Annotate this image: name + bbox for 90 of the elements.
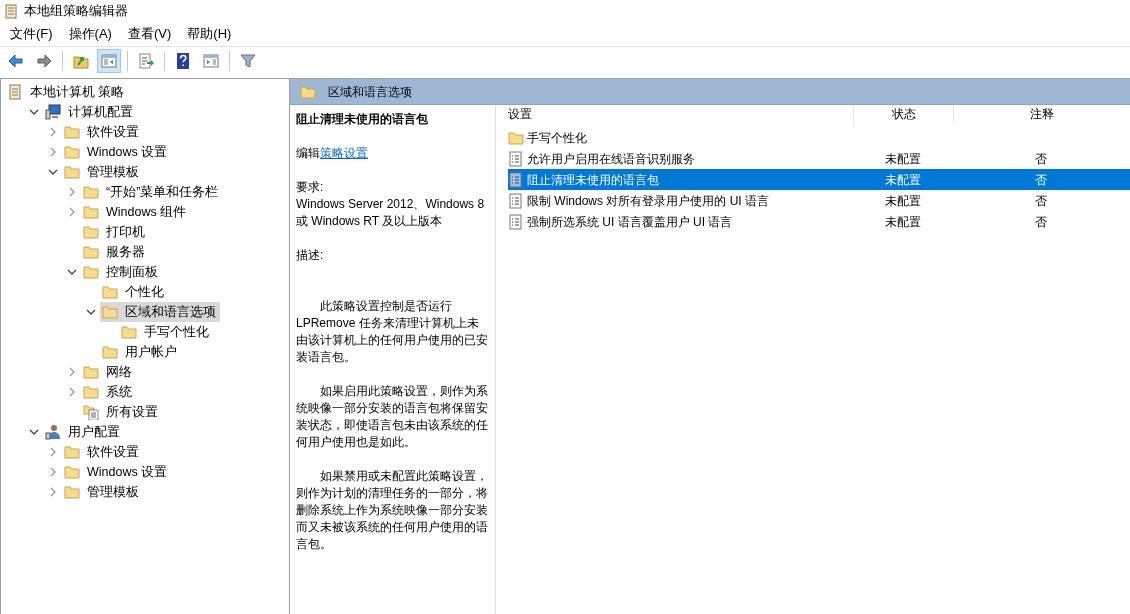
state-cell-text: 未配置	[885, 150, 921, 168]
folder-icon	[64, 144, 81, 160]
folder-icon	[83, 224, 100, 240]
scroll-icon	[7, 84, 24, 100]
policy-title: 阻止清理未使用的语言包	[296, 111, 429, 128]
edit-label: 编辑	[296, 146, 320, 160]
table-row[interactable]: 限制 Windows 对所有登录用户使用的 UI 语言 未配置 否	[508, 190, 1130, 211]
folder-icon	[102, 304, 119, 320]
computer-icon	[45, 104, 62, 120]
folder-icon	[121, 324, 138, 340]
state-cell-text: 未配置	[885, 192, 921, 210]
menu-item[interactable]: 文件(F)	[2, 23, 61, 45]
setting-name: 阻止清理未使用的语言包	[527, 171, 659, 189]
folder-icon	[64, 164, 81, 180]
tree-item[interactable]: 网络	[81, 362, 136, 382]
folder-icon	[300, 84, 316, 99]
table-row[interactable]: 阻止清理未使用的语言包 未配置 否	[508, 169, 1130, 190]
folder-icon	[83, 184, 100, 200]
tree-item[interactable]: 服务器	[81, 242, 149, 262]
window-title: 本地组策略编辑器	[24, 2, 128, 21]
comment-cell-text: 否	[1035, 192, 1047, 210]
menu-item[interactable]: 查看(V)	[119, 23, 180, 45]
policy-setting-icon	[508, 192, 524, 209]
folder-icon	[83, 384, 100, 400]
description-paragraph: 如果禁用或未配置此策略设置，则作为计划的清理任务的一部分，将删除系统上作为系统映像一部分安装而又未被该系统的任何用户使用的语言包。	[296, 468, 489, 553]
expanded-chevron-icon[interactable]	[85, 307, 96, 317]
folder-icon	[83, 364, 100, 380]
scroll-icon	[4, 3, 18, 19]
setting-name: 手写个性化	[527, 129, 587, 147]
tree-item[interactable]: Windows 设置	[62, 462, 172, 482]
comment-cell-text: 否	[1035, 171, 1047, 189]
column-header[interactable]: 注释	[953, 103, 1129, 125]
folder-icon	[83, 244, 100, 260]
description-label: 描述:	[296, 247, 325, 264]
folder-icon	[64, 484, 81, 500]
menu-item[interactable]: 帮助(H)	[179, 23, 240, 45]
tree-item[interactable]: 区域和语言选项	[100, 302, 220, 322]
expanded-chevron-icon[interactable]	[47, 167, 58, 177]
tree-item[interactable]: 管理模板	[62, 162, 143, 182]
folder-icon	[64, 464, 81, 480]
tree-item[interactable]: 用户帐户	[100, 342, 181, 362]
tree-item[interactable]: 打印机	[81, 222, 149, 242]
tree-item[interactable]: 本地计算机 策略	[5, 82, 129, 102]
table-row[interactable]: 手写个性化	[508, 127, 1130, 148]
setting-name: 强制所选系统 UI 语言覆盖用户 UI 语言	[527, 213, 733, 231]
column-header[interactable]: 状态	[853, 103, 953, 125]
folder-icon	[64, 124, 81, 140]
expanded-chevron-icon[interactable]	[28, 427, 39, 437]
state-cell-text: 未配置	[885, 213, 921, 231]
expanded-chevron-icon[interactable]	[66, 267, 77, 277]
description-paragraph: 如果启用此策略设置，则作为系统映像一部分安装的语言包将保留安装状态，即使语言包未由该系统的任何用户使用也是如此。	[296, 383, 489, 451]
menu-item[interactable]: 操作(A)	[60, 23, 120, 45]
folder-icon	[83, 264, 100, 280]
policy-settings-link[interactable]: 策略设置	[320, 146, 368, 160]
folder-icon	[102, 284, 119, 300]
state-cell-text: 未配置	[885, 171, 921, 189]
setting-name: 允许用户启用在线语音识别服务	[527, 150, 695, 168]
requirements-text: Windows Server 2012、Windows 8 或 Windows RT 及以上版本	[296, 196, 486, 230]
folder-icon	[102, 344, 119, 360]
requirements-label: 要求:	[296, 179, 325, 196]
tree-item[interactable]: 控制面板	[81, 262, 162, 282]
tree-item[interactable]: 管理模板	[62, 482, 143, 502]
user-icon	[45, 424, 62, 440]
tree-item[interactable]: Windows 设置	[62, 142, 172, 162]
setting-name: 限制 Windows 对所有登录用户使用的 UI 语言	[527, 192, 769, 210]
table-row[interactable]: 允许用户启用在线语音识别服务 未配置 否	[508, 148, 1130, 169]
comment-cell-text: 否	[1035, 150, 1047, 168]
tree-item[interactable]: 个性化	[100, 282, 168, 302]
policy-setting-icon	[508, 150, 524, 167]
expanded-chevron-icon[interactable]	[28, 107, 39, 117]
table-row[interactable]: 强制所选系统 UI 语言覆盖用户 UI 语言 未配置 否	[508, 211, 1130, 232]
tree-item[interactable]: Windows 组件	[81, 202, 191, 222]
tree-item[interactable]: 软件设置	[62, 122, 143, 142]
policy-setting-icon	[508, 213, 524, 230]
folder-icon	[508, 129, 524, 146]
tree-item[interactable]: 计算机配置	[43, 102, 137, 122]
tree-item[interactable]: 软件设置	[62, 442, 143, 462]
comment-cell-text: 否	[1035, 213, 1047, 231]
tree-item[interactable]: 手写个性化	[119, 322, 213, 342]
tree-item[interactable]: 所有设置	[81, 402, 162, 422]
policy-setting-icon	[508, 171, 524, 188]
description-paragraph: 此策略设置控制是否运行 LPRemove 任务来清理计算机上未由该计算机上的任何用户使用的已安装语言包。	[296, 298, 489, 366]
tree-item[interactable]: “开始”菜单和任务栏	[81, 182, 223, 202]
section-title: 区域和语言选项	[328, 83, 412, 101]
tree-item[interactable]: 系统	[81, 382, 136, 402]
tree-item[interactable]: 用户配置	[43, 422, 124, 442]
folder-icon	[83, 204, 100, 220]
settings-list-icon	[83, 404, 100, 420]
column-header[interactable]: 设置	[496, 103, 853, 125]
folder-icon	[64, 444, 81, 460]
